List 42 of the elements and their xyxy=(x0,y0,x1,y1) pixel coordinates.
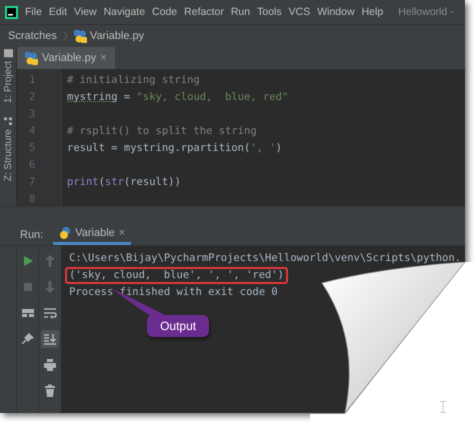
menu-item[interactable]: VCS xyxy=(288,6,310,18)
close-icon[interactable]: × xyxy=(100,52,107,64)
layout-icon[interactable] xyxy=(20,306,35,320)
code-line: mystring = "sky, cloud, blue, red" xyxy=(67,90,290,105)
tool-window-tab[interactable]: 1: Project xyxy=(2,61,14,104)
menu-item[interactable]: Navigate xyxy=(104,6,146,18)
python-file-icon xyxy=(25,52,38,64)
tool-window-tab[interactable]: Z: Structure xyxy=(2,129,14,182)
structure-icon xyxy=(4,117,12,126)
code-line: # rsplit() to split the string xyxy=(67,124,258,139)
trash-icon[interactable] xyxy=(43,384,58,398)
app-logo-icon xyxy=(5,6,18,18)
console-line: C:\Users\Bijay\PycharmProjects\Helloworld\venv\Scripts\python. xyxy=(68,251,462,266)
soft-wrap-icon[interactable] xyxy=(43,306,58,320)
scroll-to-end-icon[interactable] xyxy=(43,332,58,346)
menu-item[interactable]: Refactor xyxy=(184,6,224,18)
close-icon[interactable]: × xyxy=(118,227,126,239)
menu-item[interactable]: Code xyxy=(152,6,178,18)
menu-item[interactable]: Window xyxy=(317,6,355,18)
python-file-icon xyxy=(74,30,87,42)
code-line: # initializing string xyxy=(67,73,201,88)
window-title: Helloworld - xyxy=(398,6,454,18)
text-cursor-icon xyxy=(440,401,446,413)
code-line: result = mystring.rpartition(', ') xyxy=(67,141,283,156)
editor-tab[interactable]: Variable.py × xyxy=(17,47,115,69)
menu-item[interactable]: View xyxy=(74,6,97,18)
callout-bubble: Output xyxy=(147,315,210,337)
code-line: print(str(result)) xyxy=(67,175,182,190)
breadcrumb-item[interactable]: Variable.py xyxy=(90,30,144,42)
pin-icon[interactable] xyxy=(20,332,35,346)
menu-item[interactable]: Run xyxy=(230,6,250,18)
menu-item[interactable]: Help xyxy=(362,6,384,18)
menu-item[interactable]: File xyxy=(25,6,42,18)
print-icon[interactable] xyxy=(43,358,58,372)
menu-item[interactable]: Edit xyxy=(48,6,68,18)
breadcrumb-item[interactable]: Scratches xyxy=(8,30,57,42)
python-icon xyxy=(59,227,72,239)
chevron-icon xyxy=(62,32,68,40)
run-label: Run: xyxy=(20,228,44,240)
console-line: Process finished with exit code 0 xyxy=(68,285,279,300)
menu-item[interactable]: Tools xyxy=(257,6,282,18)
folder-icon xyxy=(4,49,12,57)
